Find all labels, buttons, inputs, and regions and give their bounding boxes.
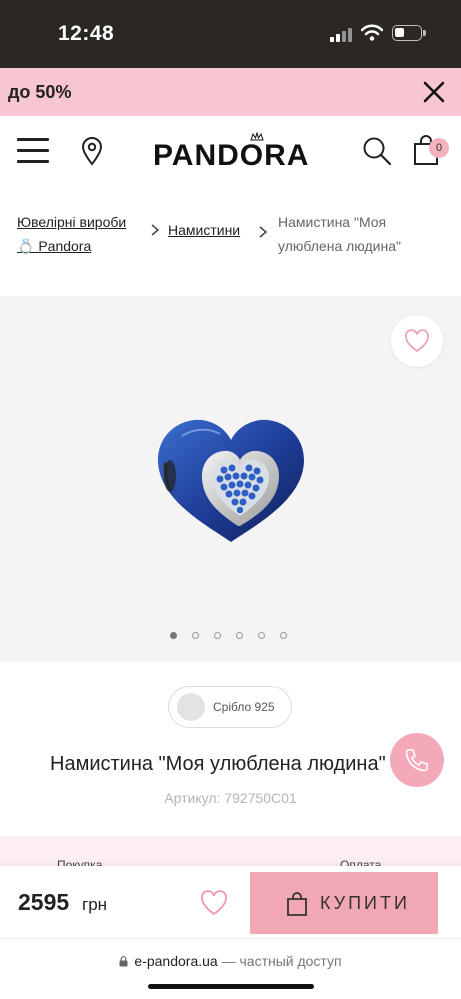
material-label: Срібло 925 [213,700,275,714]
url-domain: e-pandora.ua [134,953,218,969]
shopping-bag-button[interactable]: 0 [413,134,453,168]
url-text: e-pandora.ua — частный доступ [0,953,461,969]
price-value: 2595 [18,889,70,915]
product-image[interactable] [150,414,312,554]
signal-icon [330,28,354,42]
browser-url-bar[interactable]: e-pandora.ua — частный доступ [0,938,461,999]
buy-button[interactable]: КУПИТИ [250,872,438,934]
buy-bar: 2595 грн КУПИТИ [0,866,461,938]
breadcrumb-current: Намистина "Моя улюблена людина" [278,214,401,254]
promo-text: до 50% [8,82,72,102]
breadcrumb: Ювелірні вироби 💍 Pandora Намистини Нами… [0,188,461,296]
promo-banner[interactable]: до 50% [0,68,461,116]
gallery-dot[interactable] [170,632,177,639]
status-bar: 12:48 [0,0,461,68]
close-icon[interactable] [421,79,447,105]
gallery-dot[interactable] [192,632,199,639]
battery-icon [392,25,426,41]
wishlist-button[interactable] [391,315,443,367]
material-chip[interactable]: Срібло 925 [168,686,292,728]
status-time: 12:48 [58,22,115,45]
chevron-right-icon [259,226,268,238]
site-header: PANDORA 0 [0,116,461,188]
shopping-bag-icon [287,892,307,916]
material-swatch [177,693,205,721]
gallery-dot[interactable] [236,632,243,639]
pandora-logo[interactable]: PANDORA [153,132,309,172]
search-icon[interactable] [362,136,392,166]
product-gallery[interactable] [0,296,461,662]
location-pin-icon[interactable] [80,136,104,166]
hamburger-menu-icon[interactable] [17,138,49,164]
sku-label: Артикул: [164,790,221,806]
private-access-note: — частный доступ [221,953,342,969]
phone-icon [405,749,428,772]
cart-count-badge: 0 [429,138,449,158]
gallery-pagination [170,632,292,642]
heart-icon [405,329,429,352]
gallery-dot[interactable] [280,632,287,639]
heart-icon[interactable] [200,890,228,916]
lock-icon [119,956,128,967]
chevron-right-icon [151,224,160,236]
product-sku: Артикул: 792750C01 [0,790,461,806]
home-indicator [148,984,314,989]
breadcrumb-beads[interactable]: Намистини [168,222,240,238]
price-currency: грн [82,895,108,914]
gallery-dot[interactable] [258,632,265,639]
buy-button-label: КУПИТИ [320,893,410,913]
sku-value: 792750C01 [224,790,297,806]
logo-text: PANDORA [153,139,310,172]
gallery-dot[interactable] [214,632,221,639]
call-button[interactable] [390,733,444,787]
wifi-icon [361,24,383,41]
breadcrumb-jewelry[interactable]: Ювелірні вироби 💍 Pandora [17,210,147,258]
